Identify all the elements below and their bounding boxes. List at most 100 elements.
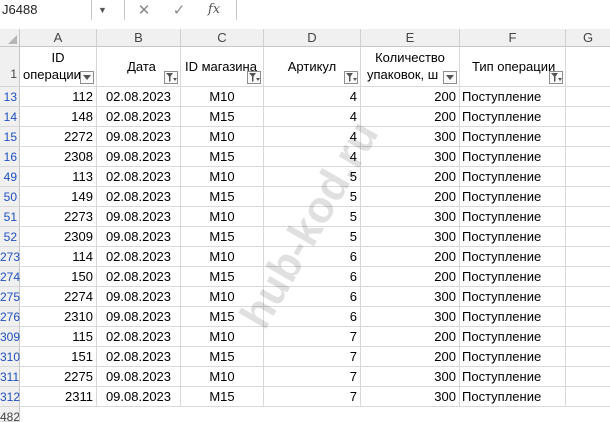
cell-date[interactable]: 02.08.2023 [97,187,181,207]
cell-empty[interactable] [566,327,610,347]
cell-empty[interactable] [566,107,610,127]
cell-operation-type[interactable]: Поступление [460,307,566,327]
row-header[interactable]: 310 [0,347,20,367]
cell-quantity[interactable]: 200 [361,167,460,187]
cell-quantity[interactable]: 300 [361,147,460,167]
cell-date[interactable]: 09.08.2023 [97,227,181,247]
cell-article[interactable]: 6 [264,267,361,287]
cell-id-operation[interactable]: 149 [20,187,97,207]
row-header[interactable]: 275 [0,287,20,307]
column-header-c[interactable]: C [181,29,264,47]
cell-article[interactable]: 5 [264,227,361,247]
cell-empty[interactable] [566,347,610,367]
cell-id-operation[interactable]: 2274 [20,287,97,307]
cell-date[interactable]: 02.08.2023 [97,327,181,347]
cell-date[interactable]: 02.08.2023 [97,267,181,287]
cell-id-operation[interactable]: 113 [20,167,97,187]
formula-input[interactable] [236,0,610,20]
enter-icon[interactable]: ✓ [167,1,191,19]
cell-date[interactable]: 09.08.2023 [97,367,181,387]
cell-store-id[interactable]: M10 [181,367,264,387]
cell-quantity[interactable]: 200 [361,187,460,207]
cell-id-operation[interactable]: 2308 [20,147,97,167]
cell-operation-type[interactable]: Поступление [460,367,566,387]
column-header-b[interactable]: B [97,29,181,47]
row-header[interactable]: 276 [0,307,20,327]
row-header[interactable]: 50 [0,187,20,207]
cell-id-operation[interactable]: 150 [20,267,97,287]
filter-funnel-icon[interactable] [164,71,178,84]
row-header[interactable]: 311 [0,367,20,387]
cell-article[interactable]: 4 [264,87,361,107]
cell-article[interactable]: 4 [264,107,361,127]
column-header-a[interactable]: A [20,29,97,47]
cell-quantity[interactable]: 200 [361,87,460,107]
cell-id-operation[interactable]: 151 [20,347,97,367]
cell-article[interactable]: 6 [264,307,361,327]
row-header-partial[interactable]: 482 [0,407,20,422]
cell-store-id[interactable]: M15 [181,307,264,327]
cell-store-id[interactable]: M15 [181,187,264,207]
cell-store-id[interactable]: M15 [181,147,264,167]
cell-empty[interactable] [566,227,610,247]
header-cell-operation-type[interactable]: Тип операции [460,47,566,87]
row-header[interactable]: 14 [0,107,20,127]
header-cell-date[interactable]: Дата [97,47,181,87]
cell-quantity[interactable]: 200 [361,107,460,127]
cell-store-id[interactable]: M15 [181,267,264,287]
cell-article[interactable]: 5 [264,167,361,187]
cell-store-id[interactable]: M10 [181,167,264,187]
cell-quantity[interactable]: 300 [361,127,460,147]
header-cell-article[interactable]: Артикул [264,47,361,87]
cell-operation-type[interactable]: Поступление [460,267,566,287]
cell-store-id[interactable]: M15 [181,227,264,247]
row-header[interactable]: 51 [0,207,20,227]
cell-id-operation[interactable]: 115 [20,327,97,347]
cell-date[interactable]: 02.08.2023 [97,347,181,367]
row-header[interactable]: 13 [0,87,20,107]
cell-id-operation[interactable]: 112 [20,87,97,107]
cell-empty[interactable] [566,307,610,327]
cell-empty[interactable] [566,127,610,147]
cell-date[interactable]: 09.08.2023 [97,387,181,407]
cell-operation-type[interactable]: Поступление [460,167,566,187]
cell-date[interactable]: 09.08.2023 [97,147,181,167]
row-header[interactable]: 49 [0,167,20,187]
cell-date[interactable]: 09.08.2023 [97,307,181,327]
filter-funnel-icon[interactable] [549,71,563,84]
filter-dropdown-icon[interactable] [443,71,457,84]
cell-id-operation[interactable]: 148 [20,107,97,127]
column-header-g[interactable]: G [566,29,610,47]
cell-quantity[interactable]: 300 [361,387,460,407]
cell-date[interactable]: 02.08.2023 [97,247,181,267]
cell-store-id[interactable]: M10 [181,327,264,347]
cell-date[interactable]: 09.08.2023 [97,127,181,147]
cell-id-operation[interactable]: 2275 [20,367,97,387]
header-cell-id-operation[interactable]: ID операции [20,47,97,87]
cell-date[interactable]: 09.08.2023 [97,287,181,307]
cell-empty[interactable] [566,187,610,207]
empty-header-cell-g[interactable] [566,47,610,87]
cell-quantity[interactable]: 300 [361,307,460,327]
select-all-corner[interactable] [0,29,20,47]
cell-article[interactable]: 6 [264,247,361,267]
cell-operation-type[interactable]: Поступление [460,387,566,407]
cell-quantity[interactable]: 300 [361,207,460,227]
filter-funnel-icon[interactable] [247,71,261,84]
cell-empty[interactable] [566,267,610,287]
cell-operation-type[interactable]: Поступление [460,187,566,207]
cell-store-id[interactable]: M10 [181,87,264,107]
cell-operation-type[interactable]: Поступление [460,147,566,167]
row-header[interactable]: 16 [0,147,20,167]
cell-id-operation[interactable]: 2272 [20,127,97,147]
cell-operation-type[interactable]: Поступление [460,207,566,227]
row-header[interactable]: 273 [0,247,20,267]
cell-id-operation[interactable]: 2309 [20,227,97,247]
cell-date[interactable]: 09.08.2023 [97,207,181,227]
cell-quantity[interactable]: 300 [361,367,460,387]
cell-operation-type[interactable]: Поступление [460,287,566,307]
cell-store-id[interactable]: M10 [181,287,264,307]
header-cell-store-id[interactable]: ID магазина [181,47,264,87]
cell-store-id[interactable]: M10 [181,247,264,267]
cancel-icon[interactable]: ✕ [132,1,156,19]
